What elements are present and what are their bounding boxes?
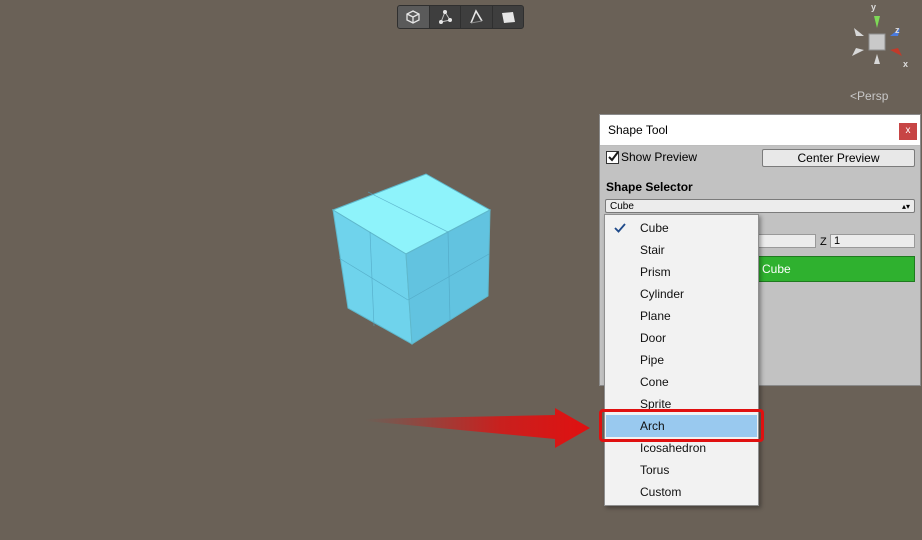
dropdown-item-label: Stair bbox=[640, 243, 665, 257]
select-arrows-icon: ▴▾ bbox=[901, 202, 910, 211]
dropdown-item-label: Custom bbox=[640, 485, 682, 499]
dropdown-item-label: Cube bbox=[640, 221, 669, 235]
close-button[interactable]: x bbox=[899, 123, 917, 140]
vertex-mode-icon bbox=[438, 10, 452, 24]
shape-tool-titlebar: Shape Tool x bbox=[600, 115, 920, 146]
close-icon: x bbox=[905, 125, 911, 136]
show-preview-toggle[interactable]: Show Preview bbox=[606, 150, 697, 164]
dropdown-item-label: Prism bbox=[640, 265, 671, 279]
dropdown-item-label: Door bbox=[640, 331, 667, 345]
dropdown-item-label: Pipe bbox=[640, 353, 665, 367]
shape-select-value: Cube bbox=[610, 201, 634, 212]
dropdown-item-prism[interactable]: Prism bbox=[606, 261, 757, 283]
shape-select[interactable]: Cube ▴▾ bbox=[605, 199, 915, 213]
y-field[interactable] bbox=[758, 234, 816, 248]
checkmark-icon bbox=[608, 150, 619, 162]
dropdown-item-custom[interactable]: Custom bbox=[606, 481, 757, 503]
show-preview-label: Show Preview bbox=[621, 150, 698, 164]
dropdown-item-pipe[interactable]: Pipe bbox=[606, 349, 757, 371]
dropdown-item-label: Icosahedron bbox=[640, 441, 707, 455]
gizmo-z-label: z bbox=[895, 25, 900, 35]
shape-selector-heading: Shape Selector bbox=[606, 180, 693, 194]
preview-cube[interactable] bbox=[328, 168, 498, 348]
z-field[interactable]: 1 bbox=[830, 234, 915, 248]
show-preview-checkbox[interactable] bbox=[606, 150, 619, 164]
build-button-label: Cube bbox=[762, 262, 791, 276]
gizmo-y-label: y bbox=[871, 2, 877, 12]
persp-icon: < bbox=[850, 89, 858, 103]
shape-tool-title: Shape Tool bbox=[608, 123, 668, 137]
dropdown-item-plane[interactable]: Plane bbox=[606, 305, 757, 327]
shape-dropdown-menu: Cube Stair Prism Cylinder Plane Door Pip… bbox=[604, 214, 759, 506]
dropdown-item-label: Cone bbox=[640, 375, 669, 389]
build-button[interactable]: Cube bbox=[758, 256, 915, 282]
dropdown-item-label: Torus bbox=[640, 463, 670, 477]
edge-mode-button[interactable] bbox=[461, 6, 493, 28]
face-mode-icon bbox=[501, 12, 515, 23]
callout-arrow-icon bbox=[365, 408, 590, 448]
arch-highlight-outline bbox=[599, 409, 764, 442]
orientation-gizmo[interactable]: y z x bbox=[838, 2, 920, 82]
object-mode-button[interactable] bbox=[398, 6, 430, 28]
axis-gizmo-icon bbox=[852, 16, 902, 64]
edge-mode-icon bbox=[470, 9, 483, 24]
projection-toggle[interactable]: <Persp bbox=[850, 89, 888, 103]
dropdown-item-cube[interactable]: Cube bbox=[606, 217, 757, 239]
dropdown-item-label: Plane bbox=[640, 309, 671, 323]
dropdown-item-stair[interactable]: Stair bbox=[606, 239, 757, 261]
dropdown-item-label: Cylinder bbox=[640, 287, 685, 301]
dropdown-item-cone[interactable]: Cone bbox=[606, 371, 757, 393]
object-mode-icon bbox=[406, 10, 420, 24]
scene-mode-toolbar bbox=[397, 5, 524, 29]
checkmark-icon bbox=[614, 223, 626, 233]
gizmo-x-label: x bbox=[903, 59, 909, 69]
dropdown-item-cylinder[interactable]: Cylinder bbox=[606, 283, 757, 305]
vertex-mode-button[interactable] bbox=[429, 6, 461, 28]
persp-label: Persp bbox=[857, 89, 889, 103]
face-mode-button[interactable] bbox=[492, 6, 523, 28]
center-preview-button[interactable]: Center Preview bbox=[762, 149, 915, 167]
dropdown-item-door[interactable]: Door bbox=[606, 327, 757, 349]
z-label: Z bbox=[820, 236, 827, 248]
dropdown-item-torus[interactable]: Torus bbox=[606, 459, 757, 481]
